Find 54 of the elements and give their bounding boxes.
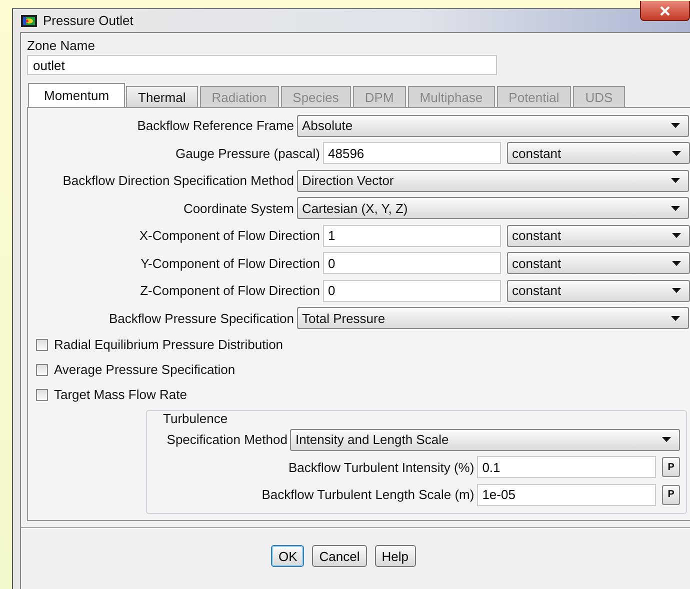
input-field[interactable]: 0: [323, 280, 501, 302]
field-label: Gauge Pressure (pascal): [174, 146, 321, 161]
checkbox-label: Radial Equilibrium Pressure Distribution: [54, 337, 284, 352]
checkbox-label: Target Mass Flow Rate: [54, 387, 187, 402]
caret-icon: [672, 288, 681, 294]
dialog-button[interactable]: Cancel: [312, 545, 367, 567]
checkbox[interactable]: [36, 388, 48, 400]
caret-icon: [671, 123, 680, 128]
field-label: Backflow Direction Specification Method: [62, 173, 295, 188]
tab[interactable]: Thermal: [126, 86, 198, 107]
field-label: Coordinate System: [182, 200, 295, 216]
field-label: Backflow Turbulent Length Scale (m): [260, 487, 476, 502]
window-title: Pressure Outlet: [43, 13, 134, 28]
input-field[interactable]: 48596: [323, 142, 501, 164]
parameter-button[interactable]: P: [662, 484, 680, 505]
close-icon: [659, 6, 671, 16]
zone-name-field[interactable]: outlet: [27, 55, 497, 75]
profile-dropdown[interactable]: constant: [507, 252, 690, 274]
field-label: Zone Name: [27, 38, 96, 53]
field-label: Backflow Pressure Specification: [108, 310, 295, 326]
field-label: Specification Method: [166, 432, 288, 448]
caret-icon: [662, 437, 671, 442]
checkbox[interactable]: [36, 364, 48, 376]
caret-icon: [672, 233, 681, 238]
input-field[interactable]: 1e-05: [477, 484, 656, 506]
field-label: Z-Component of Flow Direction: [139, 283, 321, 298]
caret-icon: [671, 206, 680, 211]
field-label: Y-Component of Flow Direction: [140, 256, 321, 271]
caret-icon: [672, 150, 681, 156]
close-button[interactable]: [640, 1, 690, 21]
profile-dropdown[interactable]: constant: [507, 280, 690, 302]
app-icon: [21, 14, 37, 26]
dropdown[interactable]: Absolute: [297, 114, 689, 137]
tab[interactable]: Momentum: [28, 83, 126, 107]
input-field[interactable]: 1: [323, 224, 501, 247]
checkbox-label: Average Pressure Specification: [54, 362, 236, 377]
field-label: X-Component of Flow Direction: [138, 228, 321, 244]
caret-icon: [672, 260, 681, 266]
dropdown[interactable]: Cartesian (X, Y, Z): [297, 197, 689, 220]
input-field[interactable]: 0.1: [477, 456, 656, 478]
dropdown[interactable]: Intensity and Length Scale: [290, 428, 680, 451]
caret-icon: [671, 178, 680, 184]
caret-icon: [671, 316, 680, 321]
dropdown[interactable]: Direction Vector: [297, 170, 689, 192]
dialog-button[interactable]: OK: [271, 545, 304, 567]
checkbox[interactable]: [36, 338, 48, 350]
input-field[interactable]: 0: [323, 252, 501, 274]
dropdown[interactable]: Total Pressure: [297, 307, 689, 330]
parameter-button[interactable]: P: [662, 457, 680, 478]
field-label: Backflow Reference Frame: [136, 118, 295, 134]
profile-dropdown[interactable]: constant: [507, 224, 690, 247]
field-label: Backflow Turbulent Intensity (%): [287, 460, 476, 475]
profile-dropdown[interactable]: constant: [507, 142, 690, 164]
dialog-button[interactable]: Help: [374, 545, 416, 567]
